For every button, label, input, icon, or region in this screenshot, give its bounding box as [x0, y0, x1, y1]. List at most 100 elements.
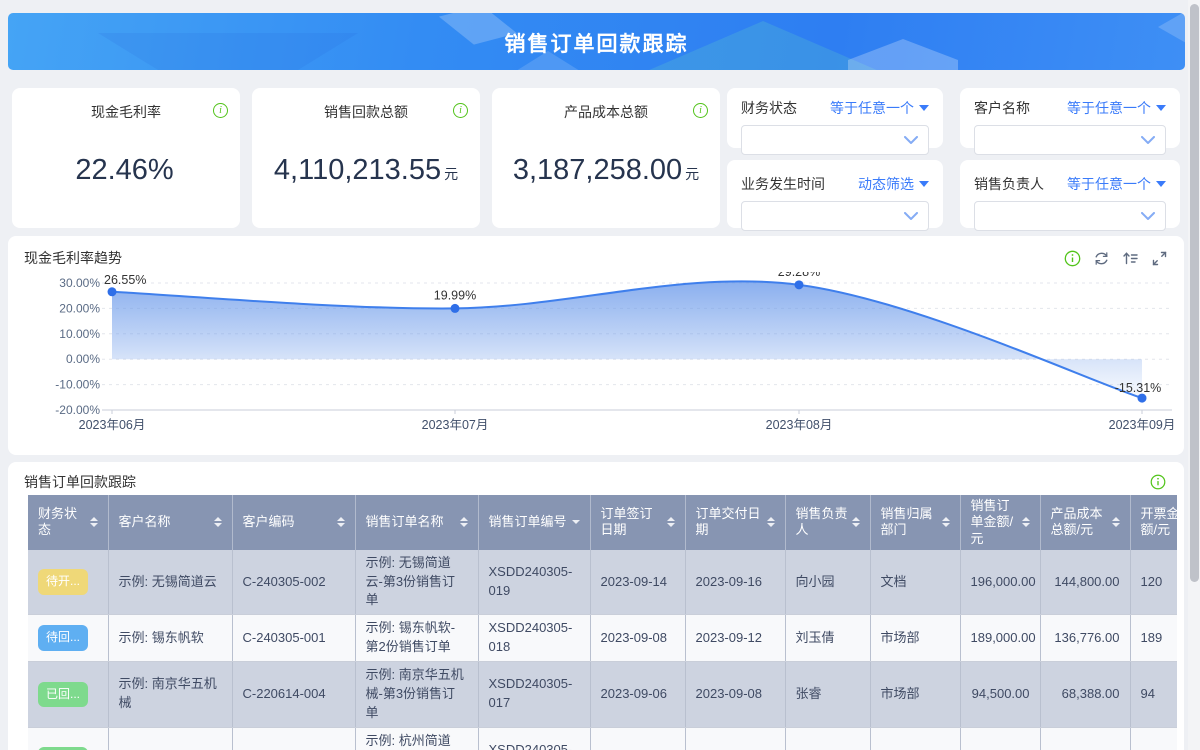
cell-cost: 68,388.00 — [1040, 661, 1130, 727]
column-header-cost[interactable]: 产品成本总额/元 — [1040, 495, 1130, 550]
sort-icon[interactable] — [1122, 250, 1139, 267]
cell-order_name: 示例: 南京华五机械-第3份销售订单 — [355, 661, 478, 727]
svg-text:29.28%: 29.28% — [778, 272, 820, 279]
chevron-down-icon — [904, 136, 918, 144]
caret-down-icon — [1156, 181, 1166, 187]
table-row: 已回...示例: 南京华五机械C-220614-004示例: 南京华五机械-第3… — [28, 661, 1177, 727]
sort-icon[interactable] — [460, 517, 468, 527]
sort-icon[interactable] — [214, 517, 222, 527]
filter-mode-link[interactable]: 等于任意一个 — [830, 98, 929, 118]
filter-label: 客户名称 — [974, 98, 1030, 118]
refresh-icon[interactable] — [1093, 250, 1110, 267]
cell-code: C-220614-004 — [232, 661, 355, 727]
sort-icon[interactable] — [90, 517, 98, 527]
filter-label: 销售负责人 — [974, 174, 1044, 194]
column-header-dept[interactable]: 销售归属部门 — [870, 495, 960, 550]
filter-select[interactable] — [741, 201, 929, 231]
column-label: 客户编码 — [243, 514, 295, 530]
cell-order_no: XSDD240305-018 — [478, 615, 590, 662]
trend-chart-card: 现金毛利率趋势 30.00%20.00%10.00%0.00%-10.00%-2… — [8, 236, 1184, 455]
cell-delivery_date: 2023-08-22 — [685, 727, 785, 750]
column-header-delivery_date[interactable]: 订单交付日期 — [685, 495, 785, 550]
info-icon[interactable]: i — [693, 100, 708, 118]
svg-text:-10.00%: -10.00% — [55, 378, 100, 392]
filter-label: 业务发生时间 — [741, 174, 825, 194]
column-header-status[interactable]: 财务状态 — [28, 495, 108, 550]
column-label: 销售归属部门 — [881, 506, 938, 539]
cell-dept: 市场部 — [870, 661, 960, 727]
sort-icon[interactable] — [337, 517, 345, 527]
column-header-owner[interactable]: 销售负责人 — [785, 495, 870, 550]
cell-dept: 文档 — [870, 550, 960, 615]
sort-icon[interactable] — [1022, 517, 1030, 527]
cell-order_name: 示例: 无锡简道云-第3份销售订单 — [355, 550, 478, 615]
table-header: 财务状态客户名称客户编码 销售订单名称销售订单编号订单签订日期订单交付日期销售负责… — [28, 495, 1177, 550]
caret-down-icon — [919, 181, 929, 187]
page-banner: 销售订单回款跟踪 — [8, 13, 1185, 70]
column-label: 订单签订日期 — [601, 506, 663, 539]
svg-text:2023年07月: 2023年07月 — [422, 418, 489, 432]
cell-amount: 196,000.00 — [960, 550, 1040, 615]
table-body: 待开...示例: 无锡简道云C-240305-002示例: 无锡简道云-第3份销… — [28, 550, 1177, 750]
cell-code: C-240305-001 — [232, 615, 355, 662]
cell-owner: 张睿 — [785, 661, 870, 727]
order-table-card: 销售订单回款跟踪 财务状态客户名称客户编码销售订单名称销售订单编号订单签订日期订… — [8, 462, 1184, 750]
sort-icon[interactable] — [667, 517, 675, 527]
cell-amount: 94,500.00 — [960, 661, 1040, 727]
filter-customer-name: 客户名称 等于任意一个 — [960, 88, 1180, 148]
sort-icon[interactable] — [767, 517, 775, 527]
filter-select[interactable] — [974, 125, 1166, 155]
info-icon[interactable] — [1064, 250, 1081, 267]
filter-mode-link[interactable]: 动态筛选 — [858, 174, 929, 194]
cell-order_name: 示例: 杭州简道云-第2份销售订单 — [355, 727, 478, 750]
svg-text:26.55%: 26.55% — [104, 273, 146, 287]
filter-label: 财务状态 — [741, 98, 797, 118]
filter-mode-link[interactable]: 等于任意一个 — [1067, 174, 1166, 194]
column-header-order_name[interactable]: 销售订单名称 — [355, 495, 478, 550]
cash-margin-trend-chart[interactable]: 30.00%20.00%10.00%0.00%-10.00%-20.00%202… — [22, 272, 1186, 450]
sort-icon[interactable] — [852, 517, 860, 527]
info-icon[interactable]: i — [453, 100, 468, 118]
cell-status: 已回... — [28, 727, 108, 750]
kpi-value: 22.46% — [12, 154, 240, 187]
filter-select[interactable] — [974, 201, 1166, 231]
cell-dept: 市场部 — [870, 615, 960, 662]
page-scrollbar[interactable] — [1188, 0, 1200, 750]
filter-finance-status: 财务状态 等于任意一个 — [727, 88, 943, 148]
cell-customer: 示例: 南京华五机械 — [108, 661, 232, 727]
column-header-invoice[interactable]: 开票金额/元 — [1130, 495, 1177, 550]
chart-title: 现金毛利率趋势 — [24, 248, 122, 268]
scrollbar-thumb[interactable] — [1190, 4, 1199, 582]
chevron-down-icon — [904, 212, 918, 220]
cell-status: 已回... — [28, 661, 108, 727]
cell-code: C-240305-002 — [232, 550, 355, 615]
column-label: 销售订单金额/元 — [971, 498, 1018, 547]
chevron-down-icon — [1141, 136, 1155, 144]
page-title: 销售订单回款跟踪 — [8, 28, 1185, 58]
sort-icon[interactable] — [1112, 517, 1120, 527]
column-header-order_no[interactable]: 销售订单编号 — [478, 495, 590, 550]
column-label: 开票金额/元 — [1141, 506, 1178, 539]
status-badge: 待回... — [38, 625, 88, 650]
info-icon[interactable]: i — [213, 100, 228, 118]
cell-delivery_date: 2023-09-16 — [685, 550, 785, 615]
table-row: 待回...示例: 锡东帆软C-240305-001示例: 锡东帆软-第2份销售订… — [28, 615, 1177, 662]
filter-mode-link[interactable]: 等于任意一个 — [1067, 98, 1166, 118]
expand-icon[interactable] — [1151, 250, 1168, 267]
column-header-customer[interactable]: 客户名称 — [108, 495, 232, 550]
column-header-sign_date[interactable]: 订单签订日期 — [590, 495, 685, 550]
info-icon[interactable] — [1150, 474, 1166, 490]
orders-table-container: 财务状态客户名称客户编码 销售订单名称销售订单编号订单签订日期订单交付日期销售负责… — [28, 495, 1177, 750]
svg-text:19.99%: 19.99% — [434, 288, 476, 302]
filter-business-time: 业务发生时间 动态筛选 — [727, 160, 943, 228]
sort-desc-icon[interactable] — [572, 520, 580, 524]
cell-sign_date: 2023-08-18 — [590, 727, 685, 750]
sort-icon[interactable] — [942, 517, 950, 527]
cell-cost: 144,800.00 — [1040, 550, 1130, 615]
svg-text:-20.00%: -20.00% — [55, 403, 100, 417]
table-row: 待开...示例: 无锡简道云C-240305-002示例: 无锡简道云-第3份销… — [28, 550, 1177, 615]
filter-select[interactable] — [741, 125, 929, 155]
cell-sign_date: 2023-09-14 — [590, 550, 685, 615]
column-header-amount[interactable]: 销售订单金额/元 — [960, 495, 1040, 550]
column-header-code[interactable]: 客户编码 — [232, 495, 355, 550]
